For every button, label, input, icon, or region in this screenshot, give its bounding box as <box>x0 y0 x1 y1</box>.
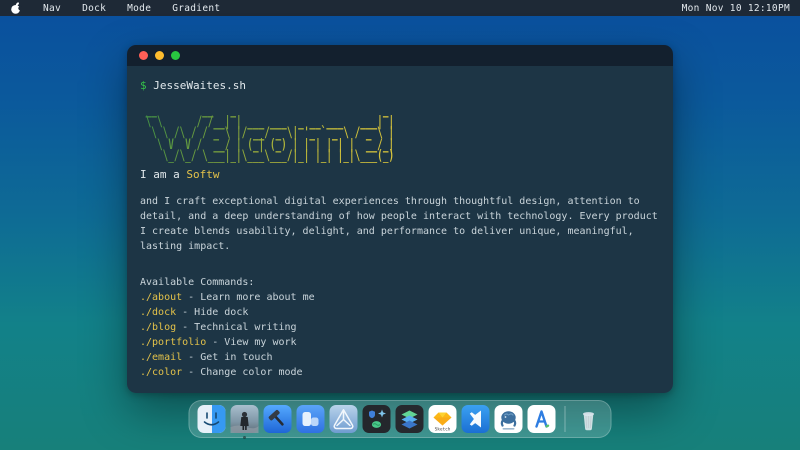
prompt-symbol: $ <box>140 79 147 92</box>
menu-item-gradient[interactable]: Gradient <box>172 3 220 14</box>
typing-line: I am a Softw <box>140 167 659 182</box>
close-button[interactable] <box>139 51 148 60</box>
menu-bar: Nav Dock Mode Gradient Mon Nov 10 12:10P… <box>0 0 800 16</box>
dock-window-manager-app-icon[interactable] <box>297 405 325 433</box>
dock-propeller-app-icon[interactable] <box>330 405 358 433</box>
bio-paragraph: and I craft exceptional digital experien… <box>140 194 659 254</box>
command-about[interactable]: ./about - Learn more about me <box>140 290 659 305</box>
script-name: JesseWaites.sh <box>153 79 246 92</box>
dock-trash-icon[interactable] <box>575 405 603 433</box>
command-portfolio[interactable]: ./portfolio - View my work <box>140 335 659 350</box>
commands-title: Available Commands: <box>140 275 659 290</box>
dock-finder-icon[interactable] <box>198 405 226 433</box>
command-blog[interactable]: ./blog - Technical writing <box>140 320 659 335</box>
zoom-button[interactable] <box>171 51 180 60</box>
menu-item-nav[interactable]: Nav <box>43 3 61 14</box>
menu-clock[interactable]: Mon Nov 10 12:10PM <box>682 3 790 14</box>
terminal-window: $ JesseWaites.sh __ __ _ _ \ \ / /__| | … <box>127 45 673 393</box>
desktop: Nav Dock Mode Gradient Mon Nov 10 12:10P… <box>0 0 800 450</box>
dock-hammer-app-icon[interactable] <box>264 405 292 433</box>
dock-sketch-icon[interactable]: Sketch <box>429 405 457 433</box>
welcome-ascii-art: __ __ _ _ \ \ / /__| | ___ ___ _ __ ___ … <box>140 105 394 163</box>
sketch-label: Sketch <box>435 427 451 433</box>
dock-divider <box>565 406 566 432</box>
dock-postgres-app-icon[interactable] <box>495 405 523 433</box>
window-titlebar[interactable] <box>127 45 673 66</box>
menu-item-dock[interactable]: Dock <box>82 3 106 14</box>
menu-item-mode[interactable]: Mode <box>127 3 151 14</box>
dock-profile-photo-icon[interactable] <box>231 405 259 433</box>
prompt-line: $ JesseWaites.sh <box>140 78 659 93</box>
command-dock[interactable]: ./dock - Hide dock <box>140 305 659 320</box>
minimize-button[interactable] <box>155 51 164 60</box>
command-email[interactable]: ./email - Get in touch <box>140 350 659 365</box>
apple-logo-icon <box>10 2 22 15</box>
apple-menu[interactable] <box>10 2 22 15</box>
dock-layers-app-icon[interactable] <box>396 405 424 433</box>
dock-shapes-app-icon[interactable] <box>363 405 391 433</box>
dock: Sketch <box>189 400 612 438</box>
terminal-body: $ JesseWaites.sh __ __ _ _ \ \ / /__| | … <box>127 66 673 393</box>
running-indicator-dot <box>243 436 246 439</box>
command-color[interactable]: ./color - Change color mode <box>140 365 659 380</box>
dock-vscode-icon[interactable] <box>462 405 490 433</box>
typing-highlight: Softw <box>186 168 219 181</box>
dock-developer-app-icon[interactable] <box>528 405 556 433</box>
